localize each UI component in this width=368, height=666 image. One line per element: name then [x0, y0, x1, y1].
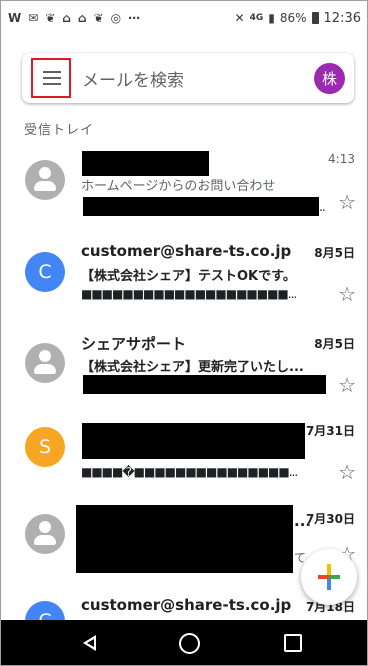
email-snippet-ellipsis: .. — [319, 200, 326, 214]
email-row[interactable]: C customer@share-ts.co.jp 8月5日 【株式会社シェア】… — [1, 238, 367, 323]
email-row[interactable]: S 7月31日 ■■■■�■■■■■■■■■■■■■■■... ☆ — [1, 416, 367, 501]
signal-icon: ▮ — [268, 11, 275, 25]
person-avatar-icon — [25, 160, 65, 200]
email-row[interactable]: 4:13 ホームページからのお問い合わせ .. ☆ — [1, 146, 367, 231]
redacted-snippet — [83, 375, 326, 394]
sender-avatar: S — [25, 427, 65, 467]
mute-icon: ✕ — [234, 11, 245, 25]
email-row[interactable]: シェアサポート 8月5日 【株式会社シェア】更新完了いたし... ☆ — [1, 329, 367, 414]
redacted-sender — [82, 151, 209, 176]
redacted-snippet — [83, 197, 319, 216]
star-icon[interactable]: ☆ — [338, 282, 356, 306]
search-input[interactable]: メールを検索 — [82, 66, 184, 91]
app-notification-icon: ⌂ — [77, 11, 87, 25]
email-subject: 【株式会社シェア】更新完了いたし... — [81, 360, 304, 375]
home-circle-icon[interactable] — [179, 633, 200, 654]
search-bar[interactable]: メールを検索 株 — [22, 53, 354, 103]
hamburger-menu-icon[interactable] — [31, 58, 71, 98]
email-date: 7月31日 — [305, 424, 355, 438]
phone-screen: W ✉ ❦ ⌂ ⌂ ❦ ◎ ⋯ ✕ 4G ▮ 86% 12:36 メールを検索 … — [0, 0, 368, 666]
recents-square-icon[interactable] — [284, 634, 302, 652]
email-date: 8月5日 — [314, 246, 355, 260]
account-avatar[interactable]: 株 — [314, 63, 345, 94]
status-right: ✕ 4G ▮ 86% 12:36 — [235, 1, 361, 35]
star-icon[interactable]: ☆ — [338, 373, 356, 397]
email-snippet: ■■■■�■■■■■■■■■■■■■■■... — [81, 465, 298, 479]
person-avatar-icon — [25, 343, 65, 383]
email-sender: customer@share-ts.co.jp — [81, 596, 292, 614]
system-nav-bar — [1, 620, 367, 665]
back-triangle-inner — [87, 639, 94, 647]
status-bar: W ✉ ❦ ⌂ ⌂ ❦ ◎ ⋯ ✕ 4G ▮ 86% 12:36 — [1, 1, 367, 35]
email-date: 7月30日 — [305, 512, 355, 526]
app-notification-icon: ⌂ — [62, 11, 71, 25]
instagram-icon: ◎ — [110, 11, 122, 25]
email-date: 4:13 — [328, 152, 355, 166]
inbox-label: 受信トレイ — [24, 123, 95, 138]
more-notifications-icon: ⋯ — [128, 11, 141, 25]
app-notification-icon: ❦ — [93, 11, 104, 25]
person-avatar-icon — [25, 514, 65, 554]
star-icon[interactable]: ☆ — [338, 460, 356, 484]
email-subject: 【株式会社シェア】テストOKです。 — [81, 269, 296, 284]
status-icon-w: W — [8, 11, 22, 25]
app-notification-icon: ❦ — [45, 11, 56, 25]
star-icon[interactable]: ☆ — [338, 190, 356, 214]
clock: 12:36 — [323, 10, 361, 26]
email-date: 8月5日 — [314, 337, 355, 351]
compose-plus-icon[interactable] — [301, 549, 357, 605]
email-snippet: ■■■■■■■■■■■■■■■■■■■■... — [81, 287, 297, 301]
redacted-email-content — [76, 505, 293, 573]
redacted-sender-subject — [82, 423, 305, 459]
email-sender: customer@share-ts.co.jp — [81, 242, 292, 260]
mail-notification-icon: ✉ — [28, 11, 39, 25]
email-sender: シェアサポート — [81, 335, 187, 353]
sender-avatar: C — [25, 252, 65, 292]
battery-icon — [311, 12, 319, 24]
battery-percent: 86% — [279, 11, 307, 25]
email-subject: ホームページからのお問い合わせ — [81, 179, 276, 194]
network-label: 4G — [249, 13, 264, 23]
